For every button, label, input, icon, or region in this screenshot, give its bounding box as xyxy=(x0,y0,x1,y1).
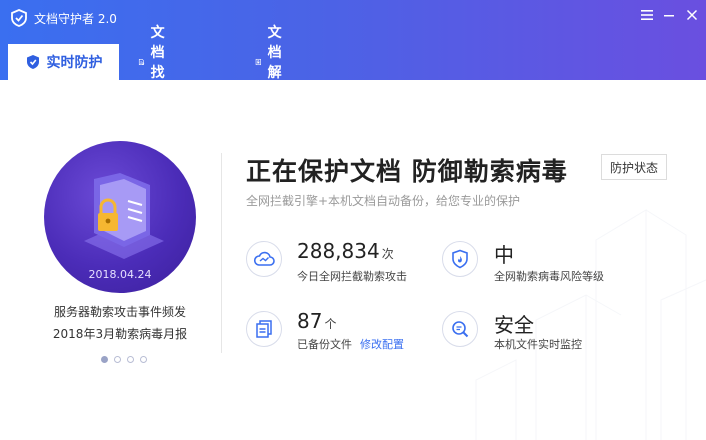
carousel-dot[interactable] xyxy=(101,356,108,363)
monitor-status-desc: 本机文件实时监控 xyxy=(494,338,582,351)
modify-config-link[interactable]: 修改配置 xyxy=(360,338,404,351)
backup-count-unit: 个 xyxy=(324,317,337,331)
monitor-status-value: 安全 xyxy=(494,313,534,337)
carousel-dot[interactable] xyxy=(127,356,134,363)
monitor-search-icon xyxy=(442,311,478,347)
backup-desc-text: 已备份文件 xyxy=(297,338,352,351)
locked-folder-icon xyxy=(84,173,164,259)
backup-count-value: 87 xyxy=(297,309,323,333)
news-banner[interactable]: 2018.04.24 xyxy=(44,141,196,293)
document-decrypt-icon xyxy=(255,58,261,66)
tab-label: 文档解密 xyxy=(267,25,282,101)
blocked-count-value: 288,834 xyxy=(297,239,380,263)
tab-realtime-protection[interactable]: 实时防护 xyxy=(8,44,119,80)
app-window: 文档守护者 2.0 实时防护 文档找回 文档解密 2018.04.24 服务器勒… xyxy=(0,0,706,440)
blocked-count: 288,834 次 xyxy=(297,239,394,263)
tab-document-decrypt[interactable]: 文档解密 xyxy=(255,25,291,101)
header: 文档守护者 2.0 实时防护 文档找回 文档解密 xyxy=(0,0,706,101)
carousel-dot[interactable] xyxy=(140,356,147,363)
backup-desc: 已备份文件 修改配置 xyxy=(297,336,404,352)
banner-headline[interactable]: 服务器勒索攻击事件频发 xyxy=(20,303,220,320)
tab-label: 实时防护 xyxy=(46,55,103,71)
page-subtitle: 全网拦截引擎+本机文档自动备份，给您专业的保护 xyxy=(246,194,521,208)
carousel-dots xyxy=(101,356,147,363)
title-bar[interactable]: 文档守护者 2.0 xyxy=(0,0,706,38)
protection-status-button[interactable]: 防护状态 xyxy=(601,154,667,180)
backup-files-icon xyxy=(246,311,282,347)
backup-count: 87 个 xyxy=(297,309,336,333)
blocked-count-desc: 今日全网拦截勒索攻击 xyxy=(297,270,407,283)
background-decoration xyxy=(475,209,706,440)
tab-document-recover[interactable]: 文档找回 xyxy=(138,25,174,101)
document-recover-icon xyxy=(138,58,145,66)
app-logo-icon xyxy=(10,9,28,27)
page-title: 正在保护文档 防御勒索病毒 xyxy=(246,157,568,186)
vertical-divider xyxy=(221,153,222,353)
window-title: 文档守护者 2.0 xyxy=(34,12,117,26)
blocked-count-unit: 次 xyxy=(381,247,394,261)
cloud-icon xyxy=(246,241,282,277)
menu-icon[interactable] xyxy=(638,8,656,26)
shield-icon xyxy=(26,55,39,69)
banner-date: 2018.04.24 xyxy=(88,268,152,281)
risk-level-desc: 全网勒索病毒风险等级 xyxy=(494,270,604,283)
close-icon[interactable] xyxy=(683,8,701,26)
shield-fire-icon xyxy=(442,241,478,277)
banner-subheadline[interactable]: 2018年3月勒索病毒月报 xyxy=(20,325,220,342)
carousel-dot[interactable] xyxy=(114,356,121,363)
risk-level-value: 中 xyxy=(494,243,514,267)
tab-label: 文档找回 xyxy=(150,25,165,101)
minimize-icon[interactable] xyxy=(660,8,678,26)
